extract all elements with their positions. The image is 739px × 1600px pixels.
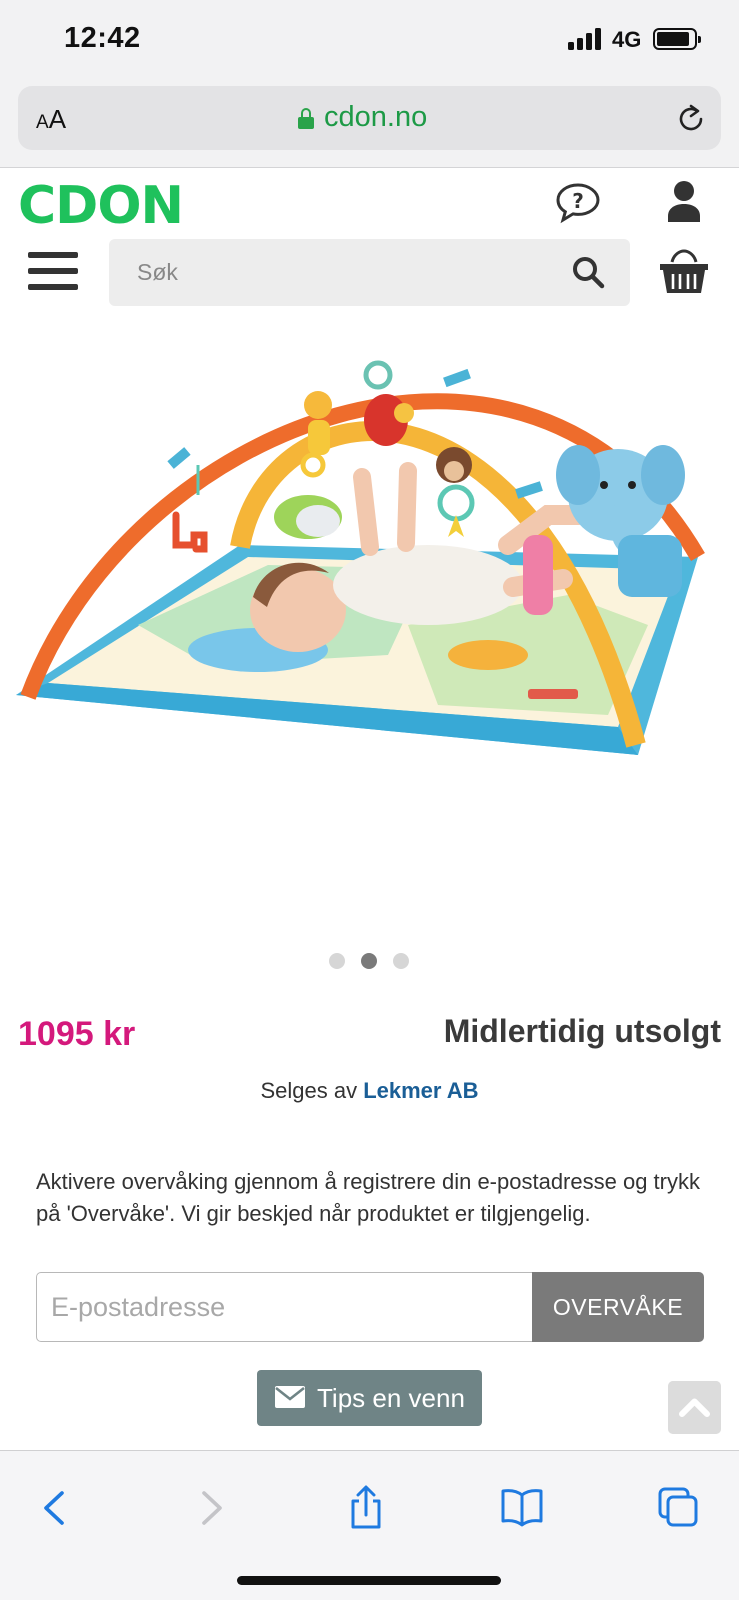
search-icon[interactable] [571,255,605,289]
carousel-dot[interactable] [329,953,345,969]
browser-address-area: AA cdon.no [0,82,739,168]
network-type: 4G [612,27,642,52]
text-size-button[interactable]: AA [36,104,66,135]
cdon-logo[interactable]: CDON [18,176,184,236]
status-bar: 12:42 4G [0,0,739,82]
forward-icon [202,1491,222,1525]
url-domain[interactable]: cdon.no [324,101,427,134]
home-indicator[interactable] [237,1576,501,1585]
search-placeholder: Søk [137,259,178,285]
product-price: 1095 kr [18,1015,136,1053]
address-bar[interactable]: AA cdon.no [18,86,721,150]
email-input[interactable] [36,1272,533,1342]
scroll-to-top-button[interactable] [668,1381,721,1434]
shopping-basket-icon[interactable] [658,248,710,296]
seller-info: Selges av Lekmer AB [0,1078,739,1104]
seller-link[interactable]: Lekmer AB [363,1078,478,1103]
seller-prefix: Selges av [260,1078,358,1103]
signal-icon [568,28,604,50]
reload-icon[interactable] [674,102,708,136]
tip-a-friend-button[interactable]: Tips en venn [257,1370,482,1426]
back-icon[interactable] [34,1485,78,1531]
svg-text:?: ? [572,189,584,213]
watch-button[interactable]: OVERVÅKE [532,1272,704,1342]
share-icon[interactable] [344,1485,388,1531]
product-image[interactable] [8,325,722,775]
stock-status: Midlertidig utsolgt [443,1013,721,1049]
help-icon[interactable]: ? [555,182,601,224]
watch-notice: Aktivere overvåking gjennom å registrere… [36,1169,700,1226]
battery-icon [653,28,701,50]
bookmarks-icon[interactable] [500,1485,544,1531]
envelope-icon [275,1386,305,1408]
menu-icon[interactable] [28,252,78,294]
status-time: 12:42 [64,22,141,54]
carousel-dot-active[interactable] [361,953,377,969]
tip-a-friend-label: Tips en venn [317,1383,465,1413]
lock-icon [298,108,314,129]
tabs-icon[interactable] [656,1485,700,1531]
carousel-dot[interactable] [393,953,409,969]
search-field[interactable]: Søk [109,239,630,306]
user-icon[interactable] [666,180,702,222]
